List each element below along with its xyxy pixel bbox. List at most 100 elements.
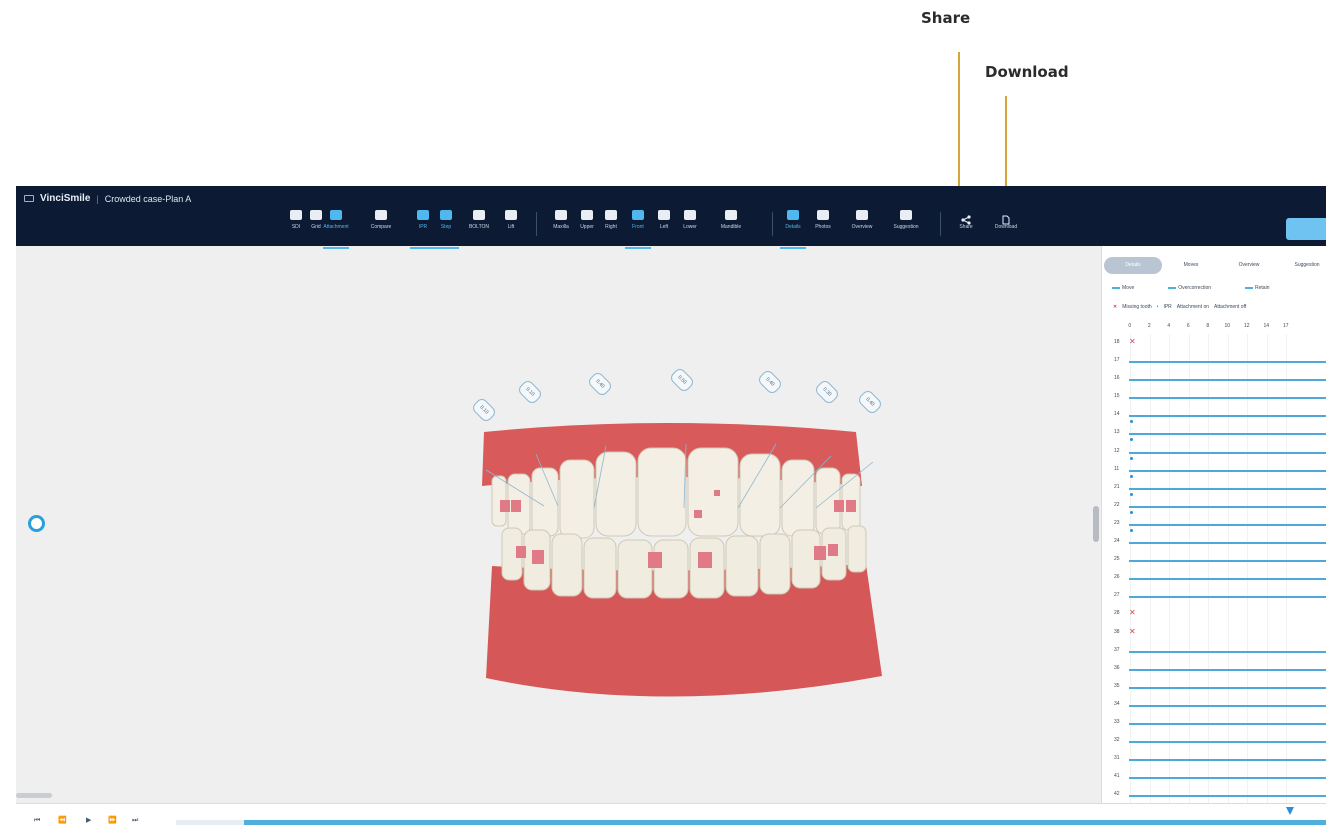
- panel-suggestion-label: Suggestion: [893, 224, 919, 230]
- tooth-row[interactable]: 17: [1102, 354, 1326, 372]
- missing-tooth-icon: ✕: [1129, 608, 1136, 618]
- tooth-number: 26: [1114, 574, 1120, 581]
- orient-mandible-button[interactable]: Mandible: [714, 210, 748, 230]
- panel-photos-button[interactable]: Photos: [806, 210, 840, 230]
- scale-tick-label: 6: [1186, 323, 1190, 329]
- step-timeline[interactable]: [176, 820, 1326, 825]
- movement-bar: [1129, 469, 1326, 472]
- tooth-row[interactable]: 15: [1102, 390, 1326, 408]
- movement-bar: [1129, 379, 1326, 382]
- tooth-row[interactable]: 21: [1102, 481, 1326, 499]
- tooth-row[interactable]: 23: [1102, 517, 1326, 535]
- first-step-icon[interactable]: ⏮: [34, 816, 40, 825]
- movement-bar: [1129, 578, 1326, 581]
- panel-tabs: Details Moves Overview Suggestion: [1104, 257, 1326, 274]
- panel-suggestion-button[interactable]: Suggestion: [889, 210, 923, 230]
- maxilla-icon: [555, 210, 567, 220]
- submit-button[interactable]: [1286, 218, 1326, 240]
- tooth-row[interactable]: 33: [1102, 716, 1326, 734]
- tooth-number: 41: [1114, 773, 1120, 780]
- tooth-row[interactable]: 42: [1102, 788, 1326, 803]
- tooth-row[interactable]: 18 ✕: [1102, 336, 1326, 354]
- tooth-row[interactable]: 32: [1102, 734, 1326, 752]
- play-icon[interactable]: ▶: [86, 816, 91, 824]
- timeline-start-segment: [176, 820, 244, 825]
- tooth-row[interactable]: 16: [1102, 372, 1326, 390]
- mark-legend: ✕ Missing tooth • IPR Attachment on Atta…: [1113, 304, 1246, 310]
- ipr-marker-icon: [1130, 456, 1133, 460]
- share-button-label: Share: [959, 224, 973, 230]
- model-viewport[interactable]: 0.10 0.10 0.40 0.50 0.40 0.30 0.40: [16, 246, 1091, 806]
- missing-tooth-icon: ✕: [1113, 304, 1118, 310]
- tab-details[interactable]: Details: [1104, 257, 1162, 274]
- missing-tooth-icon: ✕: [1129, 337, 1136, 346]
- photos-icon: [817, 210, 829, 220]
- playback-bar: ⏮ ⏪ ▶ ⏩ ⏭: [16, 803, 1326, 832]
- download-callout-label: Download: [985, 63, 1069, 81]
- tooth-movement-table: 18 ✕ 17 16 15 14 13 12 11 21 22 23 24 25 26 27 28 ✕ 38 ✕ 37 3…: [1102, 336, 1326, 803]
- view-lift-button[interactable]: Lift: [494, 210, 528, 230]
- movement-bar: [1129, 686, 1326, 689]
- last-step-icon[interactable]: ⏭: [132, 816, 138, 825]
- share-icon: [960, 210, 972, 225]
- movement-bar: [1129, 433, 1326, 436]
- movement-bar: [1129, 523, 1326, 526]
- tab-moves[interactable]: Moves: [1162, 257, 1220, 274]
- orient-lower-button[interactable]: Lower: [673, 210, 707, 230]
- dental-model: [482, 423, 882, 697]
- download-button[interactable]: Download: [989, 210, 1023, 230]
- movement-bar: [1129, 451, 1326, 454]
- ipr-marker-icon: [1130, 438, 1133, 442]
- ipr-marker-icon: [1130, 474, 1133, 478]
- view-step-button[interactable]: Step: [429, 210, 463, 249]
- step-icon: [440, 210, 452, 220]
- panel-overview-button[interactable]: Overview: [845, 210, 879, 230]
- tooth-row[interactable]: 24: [1102, 535, 1326, 553]
- missing-tooth-icon: ✕: [1129, 626, 1136, 636]
- panel-overview-label: Overview: [851, 224, 873, 230]
- view-compare-label: Compare: [370, 224, 392, 230]
- panel-details-button[interactable]: Details: [776, 210, 810, 249]
- next-step-icon[interactable]: ⏩: [108, 816, 117, 824]
- view-bolton-button[interactable]: BOLTON: [462, 210, 496, 230]
- upper-icon: [581, 210, 593, 220]
- download-icon: [1000, 210, 1012, 225]
- tooth-row[interactable]: 13: [1102, 426, 1326, 444]
- tooth-row[interactable]: 27: [1102, 589, 1326, 607]
- view-compare-button[interactable]: Compare: [364, 210, 398, 230]
- tooth-row[interactable]: 22: [1102, 499, 1326, 517]
- tab-overview[interactable]: Overview: [1220, 257, 1278, 274]
- tooth-row[interactable]: 38 ✕: [1102, 626, 1326, 644]
- tooth-number: 25: [1114, 556, 1120, 563]
- movement-bar: [1129, 415, 1326, 418]
- rotate-control-icon[interactable]: [28, 515, 45, 532]
- timeline-marker-icon[interactable]: [1286, 807, 1294, 815]
- left-icon: [658, 210, 670, 220]
- previous-step-icon[interactable]: ⏪: [58, 816, 67, 824]
- panel-photos-label: Photos: [815, 224, 831, 230]
- tooth-row[interactable]: 26: [1102, 571, 1326, 589]
- legend-retain: Retain: [1245, 285, 1269, 291]
- download-button-label: Download: [994, 224, 1018, 230]
- lift-icon: [505, 210, 517, 220]
- tooth-row[interactable]: 41: [1102, 770, 1326, 788]
- tooth-row[interactable]: 25: [1102, 553, 1326, 571]
- tooth-row[interactable]: 12: [1102, 445, 1326, 463]
- movement-bar: [1129, 704, 1326, 707]
- panel-resize-handle[interactable]: [1093, 506, 1099, 542]
- tooth-row[interactable]: 34: [1102, 698, 1326, 716]
- tooth-row[interactable]: 36: [1102, 662, 1326, 680]
- tooth-row[interactable]: 35: [1102, 680, 1326, 698]
- tooth-row[interactable]: 28 ✕: [1102, 607, 1326, 625]
- tooth-row[interactable]: 11: [1102, 463, 1326, 481]
- view-attachment-button[interactable]: Attachment: [319, 210, 353, 249]
- tooth-row[interactable]: 31: [1102, 752, 1326, 770]
- tooth-row[interactable]: 37: [1102, 644, 1326, 662]
- share-button[interactable]: Share: [949, 210, 983, 230]
- ipr-marker-icon: [1130, 528, 1133, 532]
- tab-suggestion[interactable]: Suggestion: [1278, 257, 1326, 274]
- horizontal-scrollbar[interactable]: [16, 793, 52, 798]
- tooth-row[interactable]: 14: [1102, 408, 1326, 426]
- movement-bar: [1129, 361, 1326, 364]
- menu-icon[interactable]: [24, 195, 34, 202]
